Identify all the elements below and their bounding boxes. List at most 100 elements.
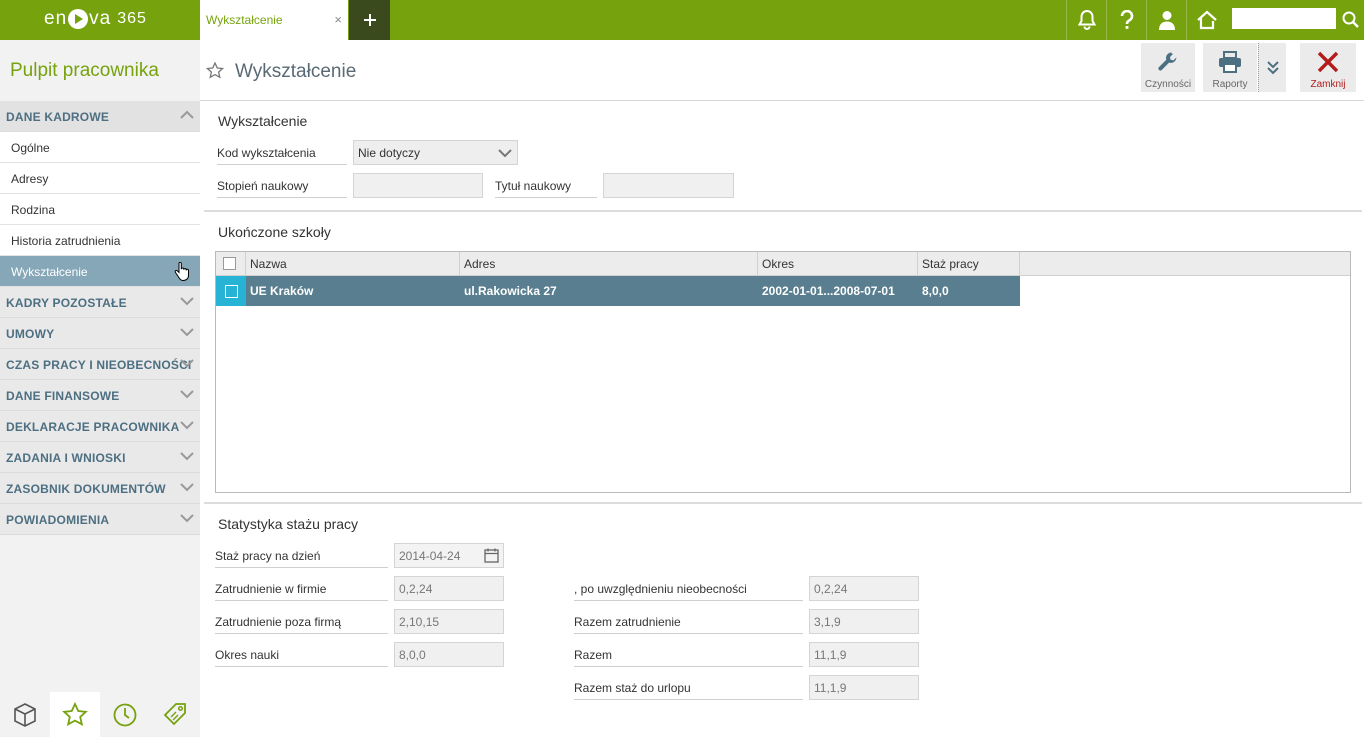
select-all-checkbox[interactable] bbox=[223, 257, 236, 270]
sidebar-title: Pulpit pracownika bbox=[10, 60, 159, 81]
select-all-cell bbox=[216, 252, 246, 276]
cell-address: ul.Rakowicka 27 bbox=[464, 284, 557, 298]
home-button[interactable] bbox=[1186, 0, 1226, 40]
sidebar-item-label: Wykształcenie bbox=[11, 265, 88, 279]
sidebar-item-historia-zatrudnienia[interactable]: Historia zatrudnienia bbox=[0, 225, 200, 256]
close-button[interactable]: Zamknij bbox=[1300, 43, 1356, 92]
section-divider bbox=[204, 210, 1362, 212]
column-header-address[interactable]: Adres bbox=[460, 252, 758, 276]
sidebar-section-dane-finansowe[interactable]: DANE FINANSOWE bbox=[0, 380, 200, 411]
favorites-button[interactable] bbox=[50, 692, 100, 737]
history-button[interactable] bbox=[100, 692, 150, 737]
help-button[interactable] bbox=[1106, 0, 1146, 40]
sidebar-section-zadania[interactable]: ZADANIA I WNIOSKI bbox=[0, 442, 200, 473]
search-input[interactable] bbox=[1232, 8, 1336, 29]
sidebar-section-umowy[interactable]: UMOWY bbox=[0, 318, 200, 349]
modules-button[interactable] bbox=[0, 692, 50, 737]
favorite-star-icon[interactable] bbox=[206, 62, 224, 80]
tab-wyksztalcenie[interactable]: Wykształcenie × bbox=[200, 0, 348, 40]
chevron-down-icon bbox=[180, 328, 194, 337]
cube-icon bbox=[14, 702, 36, 727]
schools-grid[interactable]: Nazwa Adres Okres Staż pracy UE Kraków u… bbox=[215, 251, 1351, 493]
main-content: Wykształcenie Czynności Raporty Zamknij … bbox=[200, 40, 1364, 737]
cell-name: UE Kraków bbox=[250, 284, 314, 298]
plus-icon bbox=[363, 14, 376, 26]
section-label: KADRY POZOSTAŁE bbox=[6, 296, 127, 310]
chevron-down-icon bbox=[498, 149, 512, 158]
stat-field-total[interactable]: 11,1,9 bbox=[809, 642, 919, 667]
question-icon bbox=[1120, 10, 1133, 29]
section-label: DANE KADROWE bbox=[6, 110, 110, 124]
logo-number: 365 bbox=[117, 10, 147, 27]
close-x-icon bbox=[1317, 51, 1339, 73]
star-icon bbox=[62, 701, 88, 726]
top-bar: en va 365 Wykształcenie × bbox=[0, 0, 1364, 40]
education-code-value: Nie dotyczy bbox=[358, 146, 421, 160]
sidebar-section-kadry-pozostale[interactable]: KADRY POZOSTAŁE bbox=[0, 287, 200, 318]
page-title: Wykształcenie bbox=[235, 61, 357, 82]
reports-button[interactable]: Raporty bbox=[1203, 43, 1257, 92]
seniority-date-field[interactable]: 2014-04-24 bbox=[394, 543, 504, 568]
search-button[interactable] bbox=[1339, 8, 1361, 30]
sidebar-item-label: Ogólne bbox=[11, 141, 50, 155]
degree-field[interactable] bbox=[353, 173, 483, 198]
stat-field-outside[interactable]: 2,10,15 bbox=[394, 609, 504, 634]
user-button[interactable] bbox=[1146, 0, 1186, 40]
academic-title-label: Tytuł naukowy bbox=[495, 173, 597, 198]
tab-close-icon[interactable]: × bbox=[334, 12, 342, 27]
chevron-down-icon bbox=[180, 421, 194, 430]
stat-field-education[interactable]: 8,0,0 bbox=[394, 642, 504, 667]
column-header-name[interactable]: Nazwa bbox=[246, 252, 460, 276]
column-header-period[interactable]: Okres bbox=[758, 252, 918, 276]
app-logo[interactable]: en va 365 bbox=[44, 8, 147, 30]
chevron-down-icon bbox=[180, 483, 194, 492]
actions-label: Czynności bbox=[1144, 79, 1192, 90]
sidebar-section-dane-kadrowe[interactable]: DANE KADROWE bbox=[0, 101, 200, 132]
stat-label-education: Okres nauki bbox=[215, 642, 388, 667]
clock-icon bbox=[113, 703, 137, 726]
close-label: Zamknij bbox=[1310, 79, 1346, 90]
page-header: Wykształcenie Czynności Raporty Zamknij bbox=[200, 40, 1364, 101]
sidebar-item-wyksztalcenie[interactable]: Wykształcenie bbox=[0, 256, 200, 287]
wrench-icon bbox=[1158, 52, 1177, 71]
sidebar-bottom-bar bbox=[0, 692, 200, 737]
education-code-select[interactable]: Nie dotyczy bbox=[353, 140, 518, 165]
stat-label-outside: Zatrudnienie poza firmą bbox=[215, 609, 388, 634]
column-header-seniority[interactable]: Staż pracy bbox=[918, 252, 1020, 276]
hand-cursor-icon bbox=[174, 262, 189, 282]
stat-label-company: Zatrudnienie w firmie bbox=[215, 576, 388, 601]
stat-field-total-employment[interactable]: 3,1,9 bbox=[809, 609, 919, 634]
sidebar-section-zasobnik[interactable]: ZASOBNIK DOKUMENTÓW bbox=[0, 473, 200, 504]
tags-button[interactable] bbox=[150, 692, 200, 737]
sidebar-section-czas-pracy[interactable]: CZAS PRACY I NIEOBECNOŚCI bbox=[0, 349, 200, 380]
stat-field-leave-seniority[interactable]: 11,1,9 bbox=[809, 675, 919, 700]
home-icon bbox=[1196, 10, 1217, 30]
section-label: DANE FINANSOWE bbox=[6, 389, 120, 403]
chevron-down-icon bbox=[180, 452, 194, 461]
section-label: ZADANIA I WNIOSKI bbox=[6, 451, 126, 465]
sidebar-item-ogolne[interactable]: Ogólne bbox=[0, 132, 200, 163]
stat-field-company[interactable]: 0,2,24 bbox=[394, 576, 504, 601]
stat-field-absence-adjusted[interactable]: 0,2,24 bbox=[809, 576, 919, 601]
actions-button[interactable]: Czynności bbox=[1141, 43, 1195, 92]
search-icon bbox=[1342, 11, 1359, 28]
sidebar-item-rodzina[interactable]: Rodzina bbox=[0, 194, 200, 225]
sidebar-item-adresy[interactable]: Adresy bbox=[0, 163, 200, 194]
notifications-button[interactable] bbox=[1066, 0, 1106, 40]
add-tab-button[interactable] bbox=[349, 0, 390, 40]
stat-label-total-employment: Razem zatrudnienie bbox=[574, 609, 803, 634]
academic-title-field[interactable] bbox=[603, 173, 734, 198]
row-checkbox[interactable] bbox=[216, 276, 246, 306]
grid-header: Nazwa Adres Okres Staż pracy bbox=[216, 252, 1350, 276]
logo-text-left: en bbox=[44, 8, 68, 29]
schools-section-title: Ukończone szkoły bbox=[218, 224, 331, 240]
sidebar-item-label: Rodzina bbox=[11, 203, 56, 217]
printer-icon bbox=[1219, 51, 1241, 73]
table-row[interactable]: UE Kraków ul.Rakowicka 27 2002-01-01...2… bbox=[216, 276, 1020, 306]
stat-label-absence-adjusted: , po uwzględnieniu nieobecności bbox=[574, 576, 803, 601]
sidebar-item-label: Adresy bbox=[11, 172, 49, 186]
more-actions-button[interactable] bbox=[1258, 43, 1286, 92]
calendar-icon[interactable] bbox=[484, 548, 499, 563]
sidebar-section-deklaracje[interactable]: DEKLARACJE PRACOWNIKA bbox=[0, 411, 200, 442]
sidebar-section-powiadomienia[interactable]: POWIADOMIENIA bbox=[0, 504, 200, 535]
